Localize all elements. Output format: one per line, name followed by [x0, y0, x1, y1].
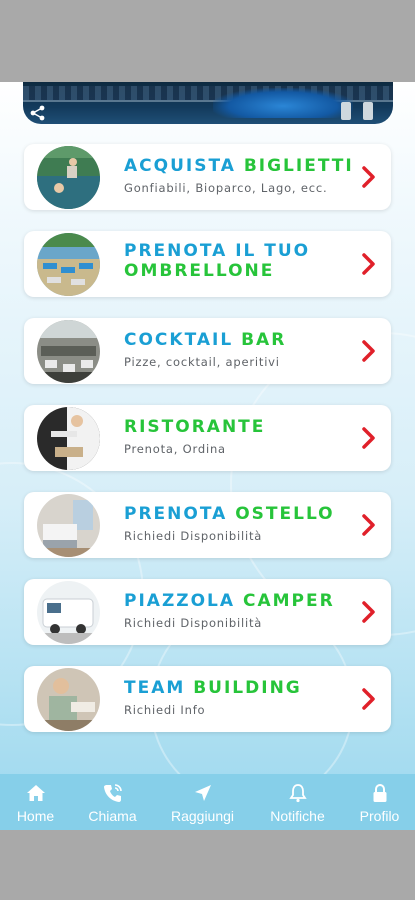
- chevron-right-icon: [362, 688, 375, 710]
- hero-banner-image: [23, 82, 393, 124]
- home-icon: [26, 785, 45, 801]
- tab-label: Chiama: [88, 808, 137, 824]
- menu-item-subtitle: Gonfiabili, Bioparco, Lago, ecc.: [124, 181, 328, 195]
- hostel-room-thumbnail: [37, 494, 100, 557]
- menu-item-piazzola-camper[interactable]: PIAZZOLA CAMPER Richiedi Disponibilità: [24, 579, 391, 645]
- tab-label: Profilo: [359, 808, 400, 824]
- menu-item-prenota-ostello[interactable]: PRENOTA OSTELLO Richiedi Disponibilità: [24, 492, 391, 558]
- menu-item-subtitle: Prenota, Ordina: [124, 442, 226, 456]
- menu-item-prenota-ombrellone[interactable]: PRENOTA IL TUO OMBRELLONE: [24, 231, 391, 297]
- lock-icon: [373, 784, 386, 802]
- bottom-tab-bar: Home Chiama Raggiungi Notifiche Profilo: [0, 774, 415, 830]
- chevron-right-icon: [362, 166, 375, 188]
- tab-chiama[interactable]: Chiama: [71, 774, 154, 830]
- menu-item-title: TEAM BUILDING: [124, 678, 302, 698]
- menu-item-title: PRENOTA IL TUO OMBRELLONE: [124, 241, 311, 281]
- tab-home[interactable]: Home: [0, 774, 77, 830]
- menu-item-ristorante[interactable]: RISTORANTE Prenota, Ordina: [24, 405, 391, 471]
- lake-swimmers-thumbnail: [37, 146, 100, 209]
- menu-item-team-building[interactable]: TEAM BUILDING Richiedi Info: [24, 666, 391, 732]
- camper-van-thumbnail: [37, 581, 100, 644]
- menu-item-subtitle: Richiedi Disponibilità: [124, 616, 263, 630]
- menu-item-title: PIAZZOLA CAMPER: [124, 591, 335, 611]
- share-icon[interactable]: [29, 104, 47, 122]
- beach-umbrellas-thumbnail: [37, 233, 100, 296]
- bell-icon: [288, 784, 307, 803]
- tab-label: Notifiche: [270, 808, 325, 824]
- chevron-right-icon: [362, 427, 375, 449]
- cocktail-bar-thumbnail: [37, 320, 100, 383]
- team-building-thumbnail: [37, 668, 100, 731]
- tab-profilo[interactable]: Profilo: [338, 774, 415, 830]
- tab-label: Raggiungi: [170, 808, 235, 824]
- menu-item-title: ACQUISTA BIGLIETTI: [124, 156, 354, 176]
- chevron-right-icon: [362, 514, 375, 536]
- chevron-right-icon: [362, 253, 375, 275]
- menu-item-title: RISTORANTE: [124, 417, 266, 437]
- phone-icon: [103, 784, 122, 802]
- menu-item-acquista-biglietti[interactable]: ACQUISTA BIGLIETTI Gonfiabili, Bioparco,…: [24, 144, 391, 210]
- app-screen: ACQUISTA BIGLIETTI Gonfiabili, Bioparco,…: [0, 82, 415, 830]
- chevron-right-icon: [362, 340, 375, 362]
- tab-raggiungi[interactable]: Raggiungi: [161, 774, 244, 830]
- tab-notifiche[interactable]: Notifiche: [256, 774, 339, 830]
- menu-item-subtitle: Pizze, cocktail, aperitivi: [124, 355, 280, 369]
- restaurant-waiter-thumbnail: [37, 407, 100, 470]
- tab-label: Home: [16, 808, 55, 824]
- menu-item-title: PRENOTA OSTELLO: [124, 504, 335, 524]
- menu-item-subtitle: Richiedi Info: [124, 703, 206, 717]
- menu-item-title: COCKTAIL BAR: [124, 330, 287, 350]
- menu-item-cocktail-bar[interactable]: COCKTAIL BAR Pizze, cocktail, aperitivi: [24, 318, 391, 384]
- menu-item-subtitle: Richiedi Disponibilità: [124, 529, 263, 543]
- chevron-right-icon: [362, 601, 375, 623]
- navigation-arrow-icon: [194, 785, 211, 801]
